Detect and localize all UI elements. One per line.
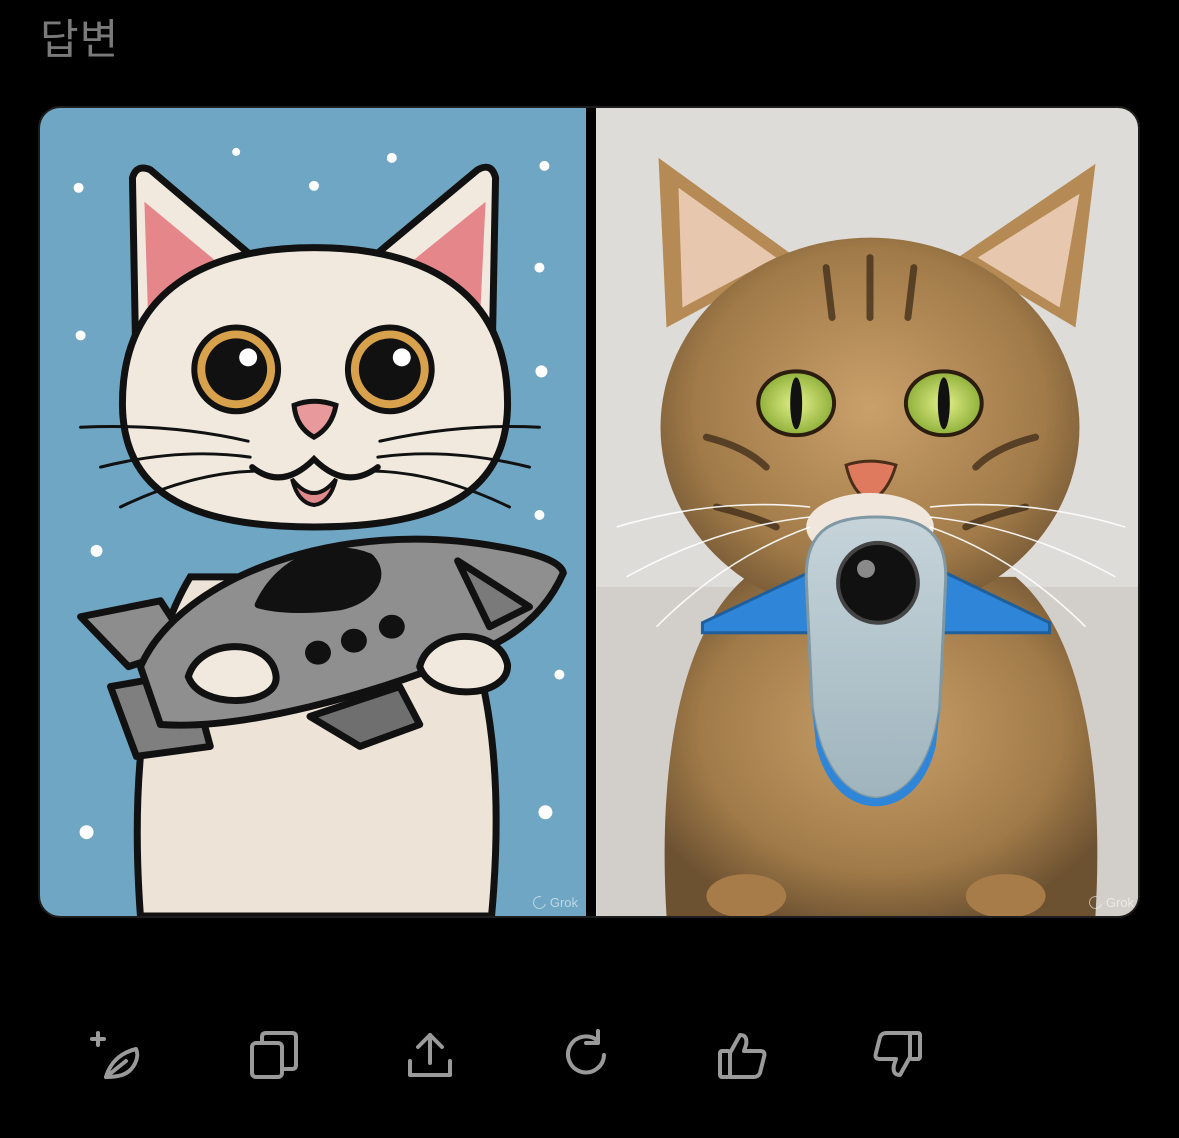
grok-logo-icon [530,893,549,912]
image-watermark: Grok [1086,893,1134,912]
thumbs-up-icon [718,1033,767,1079]
watermark-text: Grok [549,895,578,910]
edit-icon [90,1031,140,1079]
regenerate-button[interactable] [554,1020,618,1090]
response-toolbar [0,1020,1179,1090]
image-divider [586,108,596,916]
thumbs-down-icon [873,1031,922,1077]
generated-image-photo[interactable]: Grok [596,108,1138,916]
generated-image-cartoon[interactable]: Grok [40,108,586,916]
edit-button[interactable] [86,1020,150,1090]
regenerate-icon [566,1029,606,1075]
watermark-text: Grok [1105,895,1134,910]
copy-button[interactable] [242,1020,306,1090]
share-button[interactable] [398,1020,462,1090]
image-watermark: Grok [530,893,578,912]
cartoon-cat-illustration [73,147,567,916]
grok-logo-icon [1086,893,1105,912]
image-grid[interactable]: Grok Grok [38,106,1140,918]
dislike-button[interactable] [866,1020,930,1090]
section-title: 답변 [40,15,120,64]
copy-icon [250,1031,298,1079]
share-icon [408,1033,452,1077]
like-button[interactable] [710,1020,774,1090]
tabby-cat-illustration [596,157,1138,916]
